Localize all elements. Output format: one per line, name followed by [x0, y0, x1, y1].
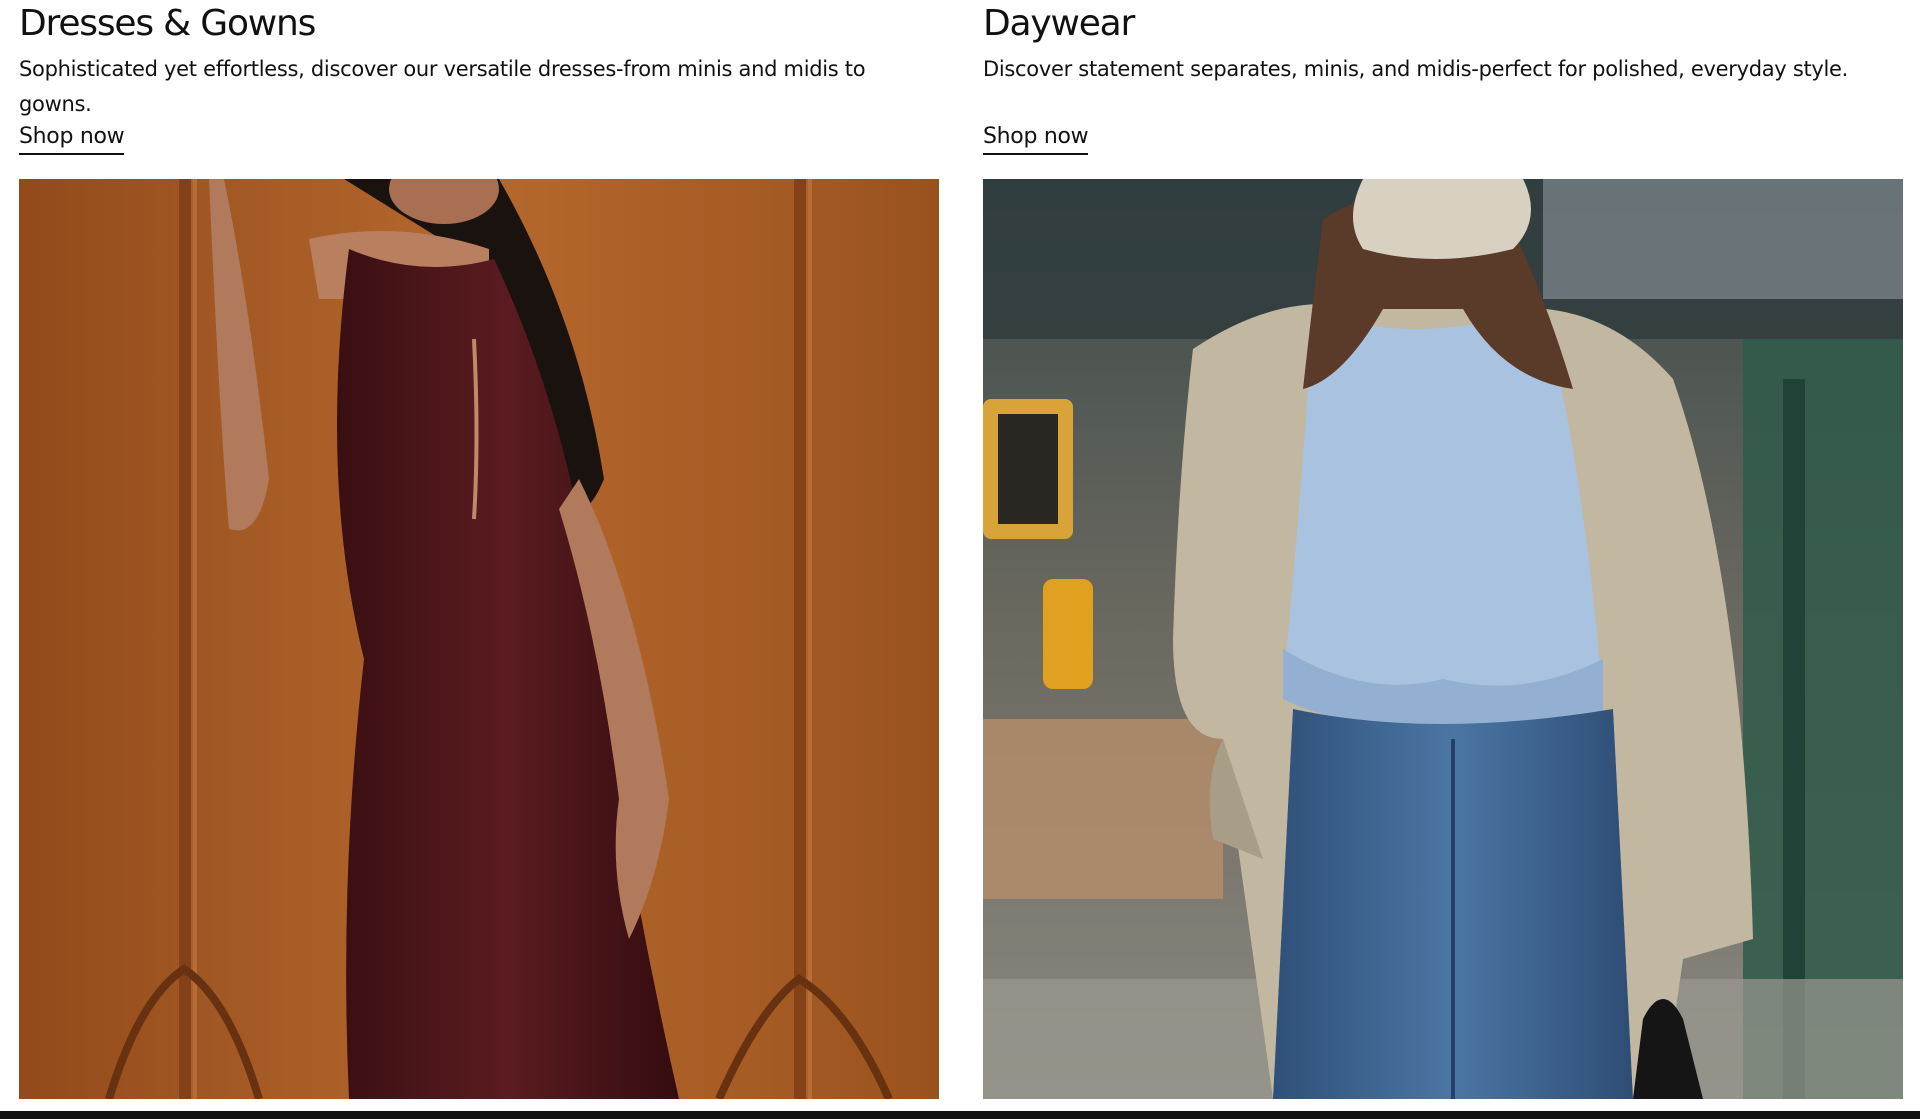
- dress-model-image: [19, 179, 939, 1099]
- category-card-dresses: Dresses & Gowns Sophisticated yet effort…: [19, 0, 939, 1109]
- daywear-photo[interactable]: [983, 179, 1903, 1099]
- category-grid: Dresses & Gowns Sophisticated yet effort…: [19, 0, 1904, 1109]
- category-card-daywear: Daywear Discover statement separates, mi…: [983, 0, 1903, 1109]
- card-title: Daywear: [983, 3, 1135, 44]
- shop-now-link[interactable]: Shop now: [19, 122, 125, 155]
- card-description: Sophisticated yet effortless, discover o…: [19, 57, 866, 116]
- card-description: Discover statement separates, minis, and…: [983, 57, 1849, 81]
- dresses-photo[interactable]: [19, 179, 939, 1099]
- shop-now-link[interactable]: Shop now: [983, 122, 1089, 155]
- daywear-model-image: [983, 179, 1903, 1099]
- card-title: Dresses & Gowns: [19, 3, 316, 44]
- bottom-edge-bar: [0, 1111, 1920, 1119]
